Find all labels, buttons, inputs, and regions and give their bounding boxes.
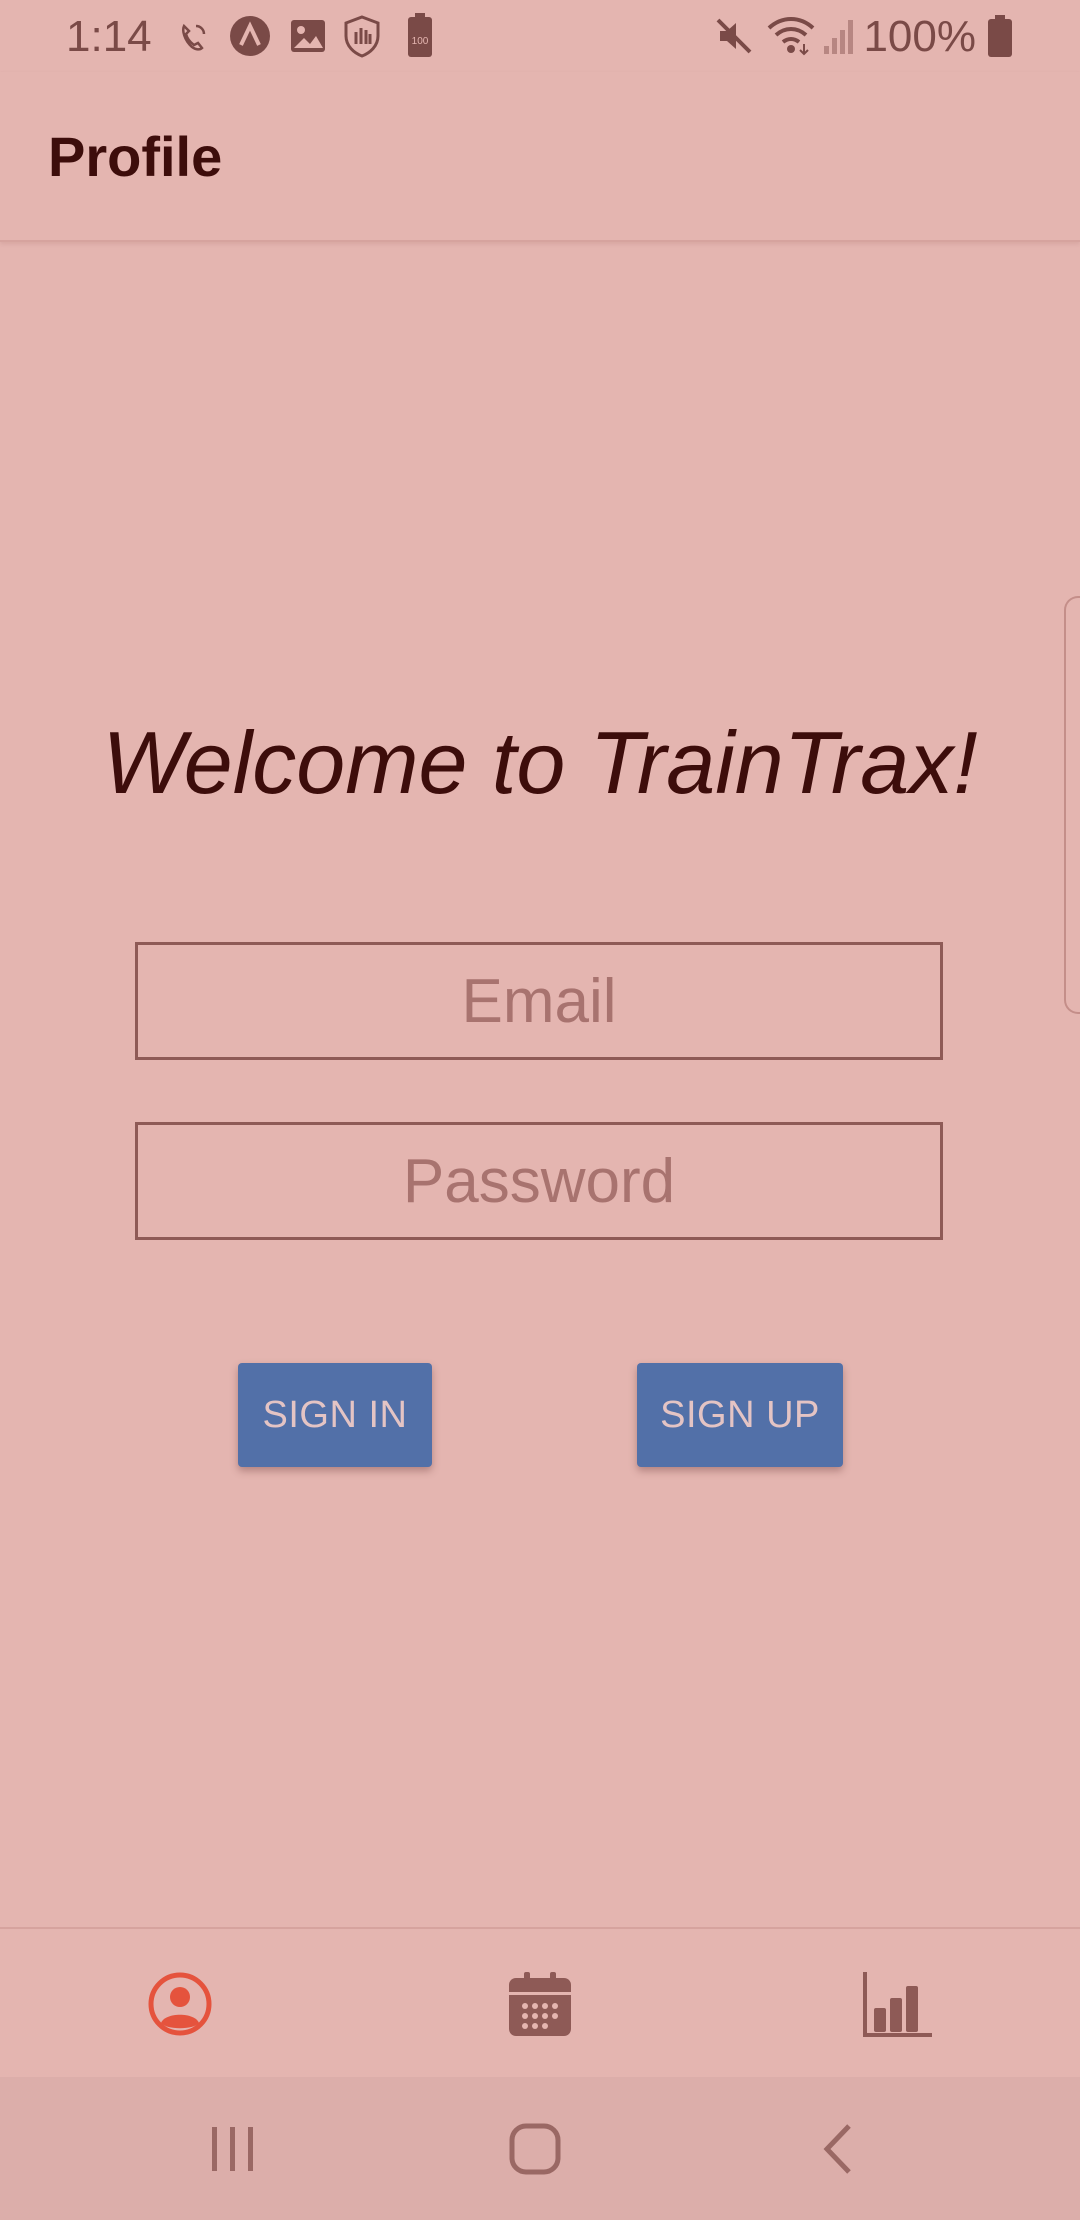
app-bar: Profile [0, 72, 1080, 242]
nav-stats[interactable] [838, 1949, 958, 2059]
bottom-nav [0, 1927, 1080, 2079]
nav-profile[interactable] [120, 1949, 240, 2059]
password-input[interactable] [135, 1122, 943, 1240]
account-circle-icon [148, 1972, 212, 2036]
image-icon [288, 16, 328, 61]
a-circle-icon [228, 14, 272, 63]
battery-100-icon: 100 [406, 12, 434, 63]
mute-icon [714, 16, 754, 61]
home-button[interactable] [490, 2113, 580, 2185]
shield-hand-icon [342, 14, 382, 63]
signal-icon [822, 16, 858, 61]
nav-calendar[interactable] [480, 1949, 600, 2059]
battery-icon [986, 14, 1014, 63]
email-input[interactable] [135, 942, 943, 1060]
home-icon [509, 2123, 561, 2175]
battery-percent: 100% [863, 12, 976, 61]
wifi-icon [766, 14, 816, 61]
battery-small-label: 100 [412, 36, 429, 47]
sign-in-button[interactable]: SIGN IN [238, 1363, 432, 1467]
recents-icon [212, 2127, 253, 2171]
wifi-call-icon [176, 20, 210, 59]
welcome-heading: Welcome to TrainTrax! [102, 713, 978, 812]
status-time: 1:14 [66, 12, 152, 61]
bar-chart-icon [863, 1972, 932, 2037]
sign-up-button[interactable]: SIGN UP [637, 1363, 843, 1467]
screen: 1:14 100 100% Profile Welcome to TrainTr… [0, 0, 1080, 2220]
recents-button[interactable] [188, 2113, 278, 2185]
calendar-icon [509, 1972, 571, 2036]
system-nav-bar [0, 2077, 1080, 2220]
status-bar: 1:14 100 100% [0, 0, 1080, 72]
back-button[interactable] [792, 2113, 882, 2185]
page-title: Profile [48, 125, 223, 188]
back-icon [823, 2124, 851, 2174]
